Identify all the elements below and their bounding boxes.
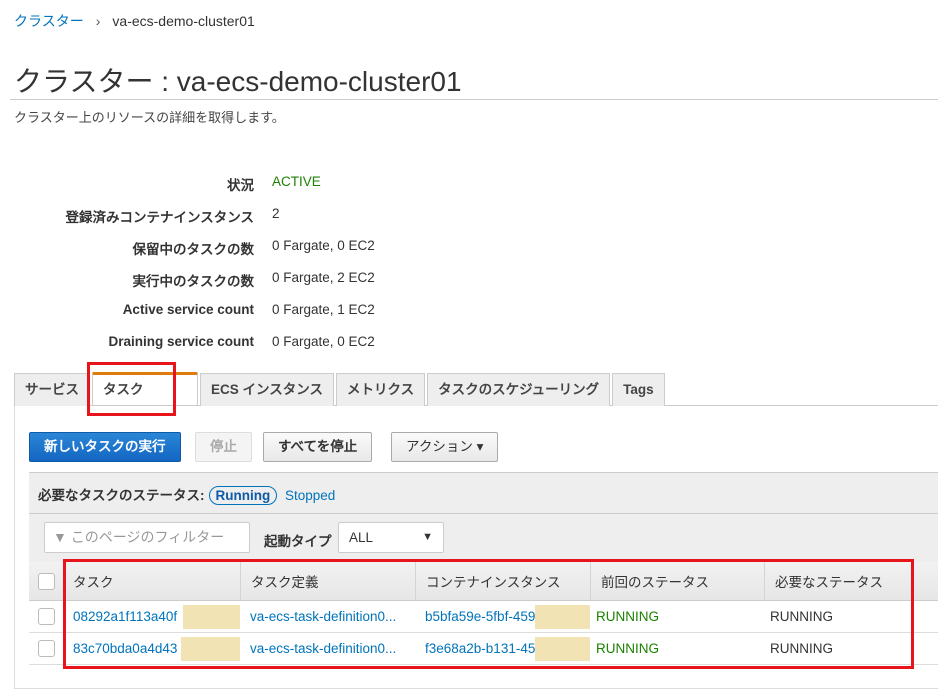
tab-services[interactable]: サービス bbox=[14, 373, 90, 406]
detail-container-instances: 登録済みコンテナインスタンス 2 bbox=[0, 206, 600, 226]
detail-label: 実行中のタスクの数 bbox=[132, 274, 255, 289]
row-checkbox[interactable] bbox=[37, 640, 55, 657]
detail-label: 保留中のタスクの数 bbox=[132, 242, 255, 257]
page-filter-input[interactable]: ▼ このページのフィルター bbox=[44, 522, 250, 553]
launch-type-value: ALL bbox=[349, 530, 374, 545]
highlight-box-table bbox=[63, 559, 914, 669]
running-filter-pill[interactable]: Running bbox=[208, 486, 278, 505]
chevron-right-icon: › bbox=[95, 13, 101, 29]
tab-metrics[interactable]: メトリクス bbox=[335, 373, 426, 406]
stopped-filter-link[interactable]: Stopped bbox=[285, 488, 335, 503]
detail-label: Active service count bbox=[122, 302, 254, 317]
filter-placeholder: このページのフィルター bbox=[70, 529, 225, 545]
caret-down-icon: ▼ bbox=[422, 531, 433, 543]
page-title: クラスター : va-ecs-demo-cluster01 bbox=[14, 66, 462, 97]
page-subtitle: クラスター上のリソースの詳細を取得します。 bbox=[14, 110, 285, 125]
launch-type-label: 起動タイプ bbox=[264, 534, 332, 549]
detail-value: 0 Fargate, 0 EC2 bbox=[272, 334, 375, 349]
select-all-checkbox[interactable] bbox=[37, 572, 55, 590]
detail-running-tasks: 実行中のタスクの数 0 Fargate, 2 EC2 bbox=[0, 270, 600, 290]
breadcrumb: クラスター › va-ecs-demo-cluster01 bbox=[14, 11, 255, 31]
tab-scheduling[interactable]: タスクのスケジューリング bbox=[427, 373, 611, 406]
detail-label: 登録済みコンテナインスタンス bbox=[65, 210, 254, 225]
tab-ecs-instances[interactable]: ECS インスタンス bbox=[200, 373, 334, 406]
detail-label: 状況 bbox=[227, 178, 254, 193]
desired-status-label: 必要なタスクのステータス: bbox=[38, 488, 205, 503]
detail-value: 0 Fargate, 1 EC2 bbox=[272, 302, 375, 317]
detail-label: Draining service count bbox=[108, 334, 254, 349]
detail-value: ACTIVE bbox=[272, 174, 321, 189]
tab-tags[interactable]: Tags bbox=[612, 373, 665, 406]
breadcrumb-current: va-ecs-demo-cluster01 bbox=[112, 13, 255, 29]
divider bbox=[10, 99, 938, 100]
stop-button[interactable]: 停止 bbox=[195, 432, 252, 462]
divider bbox=[29, 513, 938, 514]
stop-all-button[interactable]: すべてを停止 bbox=[263, 432, 373, 462]
row-checkbox[interactable] bbox=[37, 608, 55, 625]
detail-draining-services: Draining service count 0 Fargate, 0 EC2 bbox=[0, 334, 600, 354]
breadcrumb-clusters-link[interactable]: クラスター bbox=[14, 13, 84, 29]
actions-dropdown[interactable]: アクション ▾ bbox=[391, 432, 499, 462]
launch-type-select[interactable]: ALL ▼ bbox=[338, 522, 444, 553]
detail-value: 0 Fargate, 2 EC2 bbox=[272, 270, 375, 285]
desired-status-filter: 必要なタスクのステータス: Running Stopped bbox=[38, 484, 335, 505]
detail-status: 状況 ACTIVE bbox=[0, 174, 600, 194]
detail-value: 0 Fargate, 0 EC2 bbox=[272, 238, 375, 253]
filter-icon: ▼ bbox=[53, 529, 67, 545]
highlight-box-tasks-tab bbox=[87, 362, 176, 416]
run-new-task-button[interactable]: 新しいタスクの実行 bbox=[29, 432, 181, 462]
detail-pending-tasks: 保留中のタスクの数 0 Fargate, 0 EC2 bbox=[0, 238, 600, 258]
detail-value: 2 bbox=[272, 206, 280, 221]
detail-active-services: Active service count 0 Fargate, 1 EC2 bbox=[0, 302, 600, 322]
